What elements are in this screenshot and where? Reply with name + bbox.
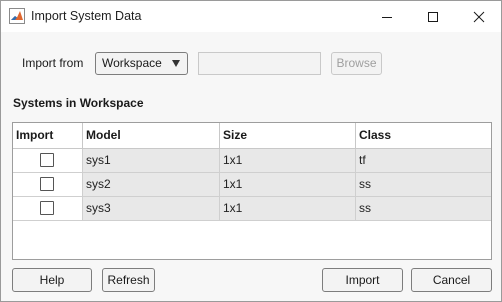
systems-table: Import Model Size Class sys1 1x1 tf sys2… bbox=[12, 122, 492, 260]
column-header-size[interactable]: Size bbox=[220, 123, 356, 149]
matlab-icon bbox=[9, 8, 25, 24]
section-title: Systems in Workspace bbox=[13, 96, 144, 110]
size-cell: 1x1 bbox=[220, 149, 356, 172]
import-checkbox-sys3[interactable] bbox=[40, 201, 54, 215]
class-cell: tf bbox=[359, 153, 366, 167]
column-header-model[interactable]: Model bbox=[83, 123, 220, 149]
minimize-button[interactable] bbox=[364, 1, 410, 32]
file-path-field bbox=[198, 52, 321, 75]
help-button[interactable]: Help bbox=[12, 268, 92, 292]
import-cell bbox=[13, 149, 83, 172]
close-button[interactable] bbox=[456, 1, 502, 32]
maximize-button[interactable] bbox=[410, 1, 456, 32]
import-system-data-dialog: Import System Data Import from Workspace… bbox=[0, 0, 502, 302]
model-cell: sys1 bbox=[83, 149, 220, 172]
table-row[interactable]: sys2 1x1 ss bbox=[13, 173, 491, 197]
column-header-class[interactable]: Class bbox=[356, 123, 491, 149]
title-bar[interactable]: Import System Data bbox=[1, 1, 501, 32]
table-header: Import Model Size Class bbox=[13, 123, 491, 149]
chevron-down-icon bbox=[172, 60, 180, 67]
import-source-dropdown[interactable]: Workspace bbox=[95, 52, 188, 75]
import-from-label: Import from bbox=[22, 56, 84, 70]
class-cell: ss bbox=[359, 177, 371, 191]
table-row[interactable]: sys1 1x1 tf bbox=[13, 149, 491, 173]
import-source-value: Workspace bbox=[102, 56, 162, 70]
window-title: Import System Data bbox=[31, 9, 142, 23]
import-cell bbox=[13, 197, 83, 220]
import-checkbox-sys1[interactable] bbox=[40, 153, 54, 167]
model-cell: sys2 bbox=[83, 173, 220, 196]
maximize-icon bbox=[428, 11, 438, 22]
table-row[interactable]: sys3 1x1 ss bbox=[13, 197, 491, 221]
model-cell: sys3 bbox=[83, 197, 220, 220]
class-cell: ss bbox=[359, 201, 371, 215]
minimize-icon bbox=[382, 16, 392, 18]
import-button[interactable]: Import bbox=[322, 268, 403, 292]
size-cell: 1x1 bbox=[220, 173, 356, 196]
cancel-button[interactable]: Cancel bbox=[411, 268, 492, 292]
import-cell bbox=[13, 173, 83, 196]
column-header-import[interactable]: Import bbox=[13, 123, 83, 149]
size-cell: 1x1 bbox=[220, 197, 356, 220]
import-checkbox-sys2[interactable] bbox=[40, 177, 54, 191]
close-icon bbox=[473, 11, 485, 22]
refresh-button[interactable]: Refresh bbox=[102, 268, 155, 292]
browse-button: Browse bbox=[331, 52, 382, 75]
